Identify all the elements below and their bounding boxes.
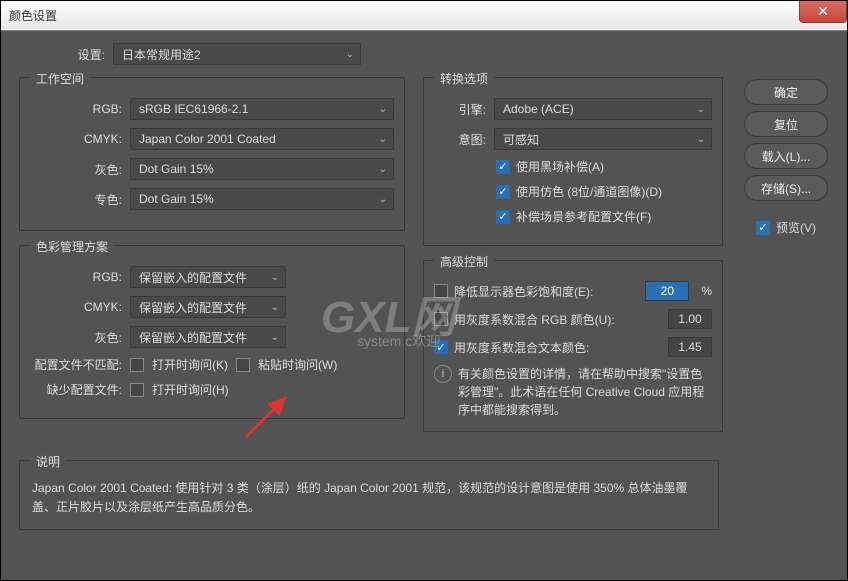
blackpoint-checkbox[interactable]: ✓ [496,160,510,174]
ask-open-label: 打开时询问(K) [152,356,228,373]
engine-dropdown[interactable]: Adobe (ACE) ⌄ [494,98,712,120]
save-button[interactable]: 存储(S)... [744,175,828,201]
info-text: 有关颜色设置的详情，请在帮助中搜索"设置色彩管理"。此术语在任何 Creativ… [458,365,712,419]
gray-dropdown[interactable]: Dot Gain 15% ⌄ [130,158,394,180]
policy-rgb-value: 保留嵌入的配置文件 [139,269,247,286]
conversion-title: 转换选项 [434,70,494,87]
engine-label: 引擎: [434,101,486,118]
blend-text-label: 用灰度系数混合文本颜色: [454,339,589,356]
policy-gray-dropdown[interactable]: 保留嵌入的配置文件 ⌄ [130,326,286,348]
engine-value: Adobe (ACE) [503,102,574,116]
policy-cmyk-dropdown[interactable]: 保留嵌入的配置文件 ⌄ [130,296,286,318]
spot-value: Dot Gain 15% [139,192,214,206]
blend-rgb-label: 用灰度系数混合 RGB 颜色(U): [454,311,615,328]
ask-paste-label: 粘贴时询问(W) [258,356,337,373]
advanced-title: 高级控制 [434,253,494,270]
description-text: Japan Color 2001 Coated: 使用针对 3 类（涂层）纸的 … [32,479,706,517]
info-row: i 有关颜色设置的详情，请在帮助中搜索"设置色彩管理"。此术语在任何 Creat… [434,365,712,419]
workspace-group: 工作空间 RGB: sRGB IEC61966-2.1 ⌄ CMYK: Japa… [19,77,405,231]
dither-label: 使用仿色 (8位/通道图像)(D) [516,183,662,200]
ask-open2-label: 打开时询问(H) [152,381,229,398]
ok-button[interactable]: 确定 [744,79,828,105]
action-sidebar: 确定 复位 载入(L)... 存储(S)... ✓ 预览(V) [743,79,829,236]
desaturate-field[interactable]: 20 [645,281,689,301]
cmyk-value: Japan Color 2001 Coated [139,132,276,146]
rgb-value: sRGB IEC61966-2.1 [139,102,248,116]
desaturate-checkbox[interactable] [434,284,448,298]
chevron-down-icon: ⌄ [379,164,387,175]
ask-paste-checkbox[interactable] [236,358,250,372]
conversion-group: 转换选项 引擎: Adobe (ACE) ⌄ 意图: 可感知 ⌄ [423,77,723,246]
settings-value: 日本常规用途2 [122,46,201,63]
chevron-down-icon: ⌄ [271,302,279,313]
missing-label: 缺少配置文件: [30,381,122,398]
intent-dropdown[interactable]: 可感知 ⌄ [494,128,712,150]
chevron-down-icon: ⌄ [379,134,387,145]
cmyk-dropdown[interactable]: Japan Color 2001 Coated ⌄ [130,128,394,150]
rgb-label: RGB: [30,102,122,116]
chevron-down-icon: ⌄ [271,332,279,343]
policies-group: 色彩管理方案 RGB: 保留嵌入的配置文件 ⌄ CMYK: 保留嵌入的配置文件 … [19,245,405,419]
settings-label: 设置: [69,46,105,63]
intent-label: 意图: [434,131,486,148]
info-icon: i [434,365,452,383]
blackpoint-label: 使用黑场补偿(A) [516,158,604,175]
compensate-label: 补偿场景参考配置文件(F) [516,208,651,225]
chevron-down-icon: ⌄ [346,49,354,60]
compensate-checkbox[interactable]: ✓ [496,210,510,224]
gray-label: 灰色: [30,161,122,178]
chevron-down-icon: ⌄ [697,134,705,145]
policy-gray-value: 保留嵌入的配置文件 [139,329,247,346]
settings-dropdown[interactable]: 日本常规用途2 ⌄ [113,43,361,65]
close-button[interactable]: ✕ [799,1,847,23]
gray-value: Dot Gain 15% [139,162,214,176]
blend-text-checkbox[interactable]: ✓ [434,340,448,354]
policy-gray-label: 灰色: [30,329,122,346]
preview-checkbox[interactable]: ✓ [756,221,770,235]
description-title: 说明 [30,453,66,470]
desaturate-label: 降低显示器色彩饱和度(E): [454,283,593,300]
settings-row: 设置: 日本常规用途2 ⌄ [19,43,829,65]
policy-rgb-dropdown[interactable]: 保留嵌入的配置文件 ⌄ [130,266,286,288]
window-title: 颜色设置 [9,7,57,24]
close-icon: ✕ [817,3,829,20]
blend-rgb-checkbox[interactable] [434,312,448,326]
mismatch-label: 配置文件不匹配: [30,356,122,373]
description-group: 说明 Japan Color 2001 Coated: 使用针对 3 类（涂层）… [19,460,719,530]
intent-value: 可感知 [503,131,539,148]
blend-rgb-field[interactable]: 1.00 [668,309,712,329]
cmyk-label: CMYK: [30,132,122,146]
ask-open2-checkbox[interactable] [130,383,144,397]
color-settings-window: 颜色设置 ✕ 设置: 日本常规用途2 ⌄ 工作空间 RGB: sRGB IEC6… [0,0,848,581]
dither-checkbox[interactable]: ✓ [496,185,510,199]
desaturate-unit: % [701,284,712,298]
advanced-group: 高级控制 降低显示器色彩饱和度(E): 20 % 用灰度系数混合 RGB 颜色(… [423,260,723,432]
spot-label: 专色: [30,191,122,208]
policies-title: 色彩管理方案 [30,238,114,255]
workspace-title: 工作空间 [30,70,90,87]
load-button[interactable]: 载入(L)... [744,143,828,169]
chevron-down-icon: ⌄ [271,272,279,283]
chevron-down-icon: ⌄ [379,104,387,115]
rgb-dropdown[interactable]: sRGB IEC61966-2.1 ⌄ [130,98,394,120]
preview-label: 预览(V) [776,219,816,236]
chevron-down-icon: ⌄ [697,104,705,115]
blend-text-field[interactable]: 1.45 [668,337,712,357]
ask-open-checkbox[interactable] [130,358,144,372]
policy-cmyk-label: CMYK: [30,300,122,314]
policy-rgb-label: RGB: [30,270,122,284]
dialog-content: 设置: 日本常规用途2 ⌄ 工作空间 RGB: sRGB IEC61966-2.… [1,31,847,579]
spot-dropdown[interactable]: Dot Gain 15% ⌄ [130,188,394,210]
policy-cmyk-value: 保留嵌入的配置文件 [139,299,247,316]
reset-button[interactable]: 复位 [744,111,828,137]
titlebar: 颜色设置 ✕ [1,1,847,31]
chevron-down-icon: ⌄ [379,194,387,205]
